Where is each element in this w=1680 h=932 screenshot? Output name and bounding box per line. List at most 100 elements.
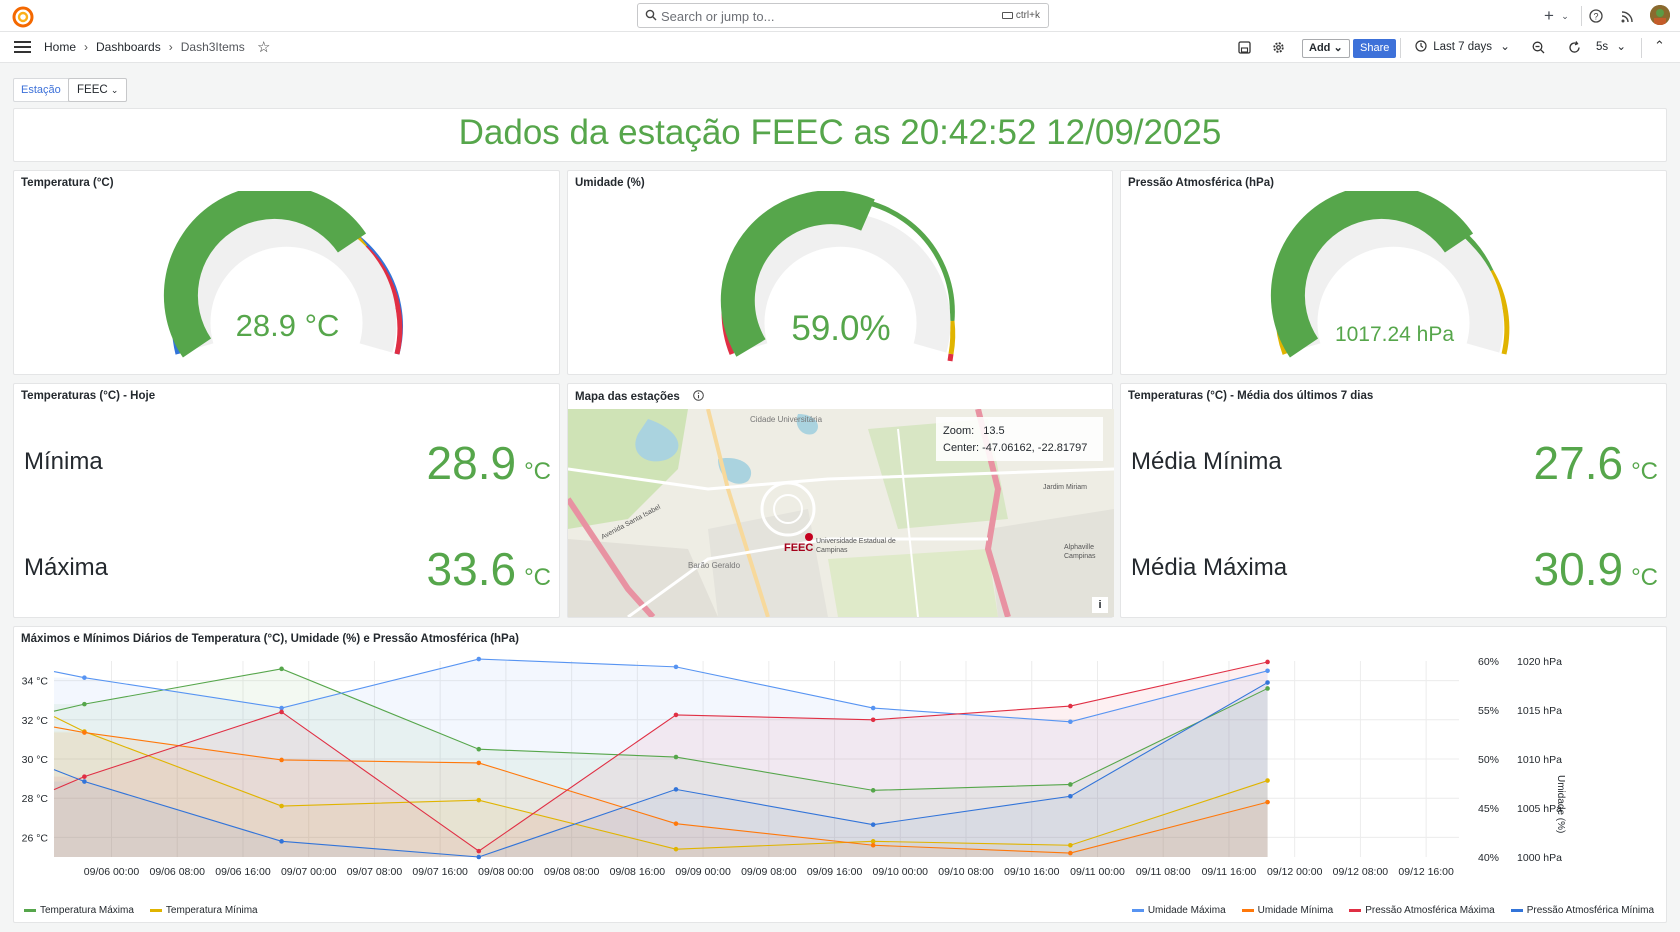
legend-item[interactable]: Umidade Mínima <box>1241 905 1333 916</box>
breadcrumb-current: Dash3Items <box>180 40 245 54</box>
data-point <box>870 705 876 711</box>
data-point <box>1068 842 1073 848</box>
y-tick-label: 26 °C <box>22 832 49 844</box>
add-button[interactable]: Add ⌄ <box>1302 39 1350 58</box>
avg-min-number: 27.6 <box>1533 437 1624 489</box>
legend-item[interactable]: Temperatura Mínima <box>149 905 258 916</box>
map-attribution-button[interactable]: i <box>1092 597 1108 613</box>
x-tick-label: 09/11 16:00 <box>1202 866 1257 878</box>
station-select[interactable]: FEEC ⌄ <box>68 78 128 102</box>
gauge-value: 28.9 °C <box>235 308 340 343</box>
x-tick-label: 09/09 00:00 <box>675 866 731 878</box>
data-point <box>673 664 679 670</box>
x-tick-label: 09/10 00:00 <box>873 866 929 878</box>
center-value: -47.06162, -22.81797 <box>982 442 1088 454</box>
help-icon[interactable]: ? <box>1589 9 1603 23</box>
chevron-up-icon[interactable]: ⌃ <box>1654 38 1665 54</box>
data-point <box>870 822 876 827</box>
divider <box>1400 38 1401 58</box>
avg-min-label: Média Mínima <box>1131 448 1282 475</box>
data-point <box>279 803 284 809</box>
data-point <box>1265 778 1270 783</box>
y-tick-label: 32 °C <box>22 715 49 727</box>
refresh-interval-picker[interactable]: 5s ⌄ <box>1596 39 1626 53</box>
rss-news-icon[interactable] <box>1621 10 1634 23</box>
search-input[interactable]: Search or jump to... ctrl+k <box>637 3 1049 28</box>
y-right-tick-label: 60% <box>1478 656 1499 668</box>
data-point <box>82 730 87 735</box>
data-point <box>673 821 679 826</box>
y-tick-label: 30 °C <box>22 754 49 766</box>
timeseries-chart[interactable]: 09/06 00:00 09/06 08:00 09/06 16:00 09/07 0… <box>14 647 1668 897</box>
legend-label: Pressão Atmosférica Mínima <box>1526 905 1654 916</box>
settings-gear-icon[interactable] <box>1272 41 1285 54</box>
save-icon[interactable] <box>1238 41 1251 54</box>
legend-swatch <box>1510 909 1523 912</box>
legend-item[interactable]: Pressão Atmosférica Mínima <box>1510 905 1654 916</box>
chevron-down-icon[interactable]: ⌄ <box>1560 5 1570 27</box>
zoom-value: 13.5 <box>983 425 1005 437</box>
data-point <box>476 854 482 860</box>
x-tick-label: 09/09 08:00 <box>741 866 797 878</box>
plus-icon[interactable]: + <box>1538 5 1560 27</box>
gauge-threshold-ring <box>947 353 954 362</box>
data-point <box>1068 850 1073 856</box>
headline-panel: Dados da estação FEEC as 20:42:52 12/09/… <box>13 108 1667 162</box>
breadcrumb: Home › Dashboards › Dash3Items <box>44 40 245 54</box>
timeseries-panel: Máximos e Mínimos Diários de Temperatura… <box>13 626 1667 923</box>
star-icon[interactable]: ☆ <box>257 38 270 56</box>
y-right-tick-label: 50% <box>1478 754 1499 766</box>
station-marker-label[interactable]: FEEC <box>784 542 813 554</box>
user-avatar[interactable] <box>1650 5 1670 25</box>
breadcrumb-dashboards[interactable]: Dashboards <box>96 40 161 54</box>
x-tick-label: 09/11 08:00 <box>1136 866 1191 878</box>
shortcut-label: ctrl+k <box>1015 10 1040 21</box>
x-tick-label: 09/11 00:00 <box>1070 866 1125 878</box>
x-tick-label: 09/08 00:00 <box>478 866 534 878</box>
y-tick-label: 34 °C <box>22 676 49 688</box>
data-point <box>870 839 876 844</box>
data-point <box>279 666 284 672</box>
temperature-gauge <box>163 191 403 358</box>
chevron-down-icon: ⌄ <box>1500 41 1510 53</box>
legend-item[interactable]: Temperatura Máxima <box>24 905 134 916</box>
refresh-icon[interactable] <box>1568 41 1581 54</box>
pressure-gauge <box>1270 191 1510 358</box>
menu-icon[interactable] <box>14 40 31 54</box>
data-point <box>279 839 284 844</box>
panel-title: Temperatura (°C) <box>21 177 114 189</box>
time-range-picker[interactable]: Last 7 days ⌄ <box>1415 39 1510 53</box>
panel-title-text: Mapa das estações <box>575 391 680 403</box>
x-tick-label: 09/07 00:00 <box>281 866 337 878</box>
dashboard-navbar: Home › Dashboards › Dash3Items ☆ Add ⌄ S… <box>0 32 1680 63</box>
legend-label: Umidade Máxima <box>1147 905 1226 916</box>
pressure-gauge-panel: Pressão Atmosférica (hPa) 1017.24 hPa <box>1120 170 1667 375</box>
zoom-out-icon[interactable] <box>1532 41 1545 54</box>
avg-max-value: 30.9 °C <box>1534 542 1658 596</box>
y-right-tick-label: 40% <box>1478 852 1499 864</box>
data-point <box>1265 686 1270 691</box>
legend-item[interactable]: Pressão Atmosférica Máxima <box>1349 905 1495 916</box>
chevron-down-icon: ⌄ <box>110 85 119 95</box>
x-tick-label: 09/06 16:00 <box>215 866 271 878</box>
headline-text: Dados da estação FEEC as 20:42:52 12/09/… <box>458 113 1222 152</box>
data-point <box>1068 793 1073 799</box>
data-point <box>1068 782 1073 787</box>
humidity-gauge-panel: Umidade (%) 59.0% <box>567 170 1113 375</box>
unit-label: °C <box>1631 564 1658 591</box>
y-right-tick-label: 1020 hPa <box>1517 656 1562 668</box>
today-temperatures-panel: Temperaturas (°C) - Hoje Mínima 28.9 °C M… <box>13 383 560 618</box>
y-right-tick-label: 1010 hPa <box>1517 754 1562 766</box>
map-canvas[interactable]: Cidade Universitária Barão Geraldo Jardi… <box>568 409 1114 617</box>
legend-item[interactable]: Umidade Máxima <box>1131 905 1226 916</box>
chevron-right-icon: › <box>168 40 173 54</box>
breadcrumb-home[interactable]: Home <box>44 40 76 54</box>
divider <box>1641 38 1642 58</box>
info-icon[interactable] <box>693 390 704 401</box>
share-button[interactable]: Share <box>1353 39 1397 58</box>
x-tick-label: 09/09 16:00 <box>807 866 863 878</box>
grafana-logo-icon[interactable] <box>12 6 34 28</box>
data-point <box>673 754 679 760</box>
legend-left: Temperatura Máxima Temperatura Mínima <box>24 905 258 916</box>
unit-label: °C <box>524 564 551 591</box>
